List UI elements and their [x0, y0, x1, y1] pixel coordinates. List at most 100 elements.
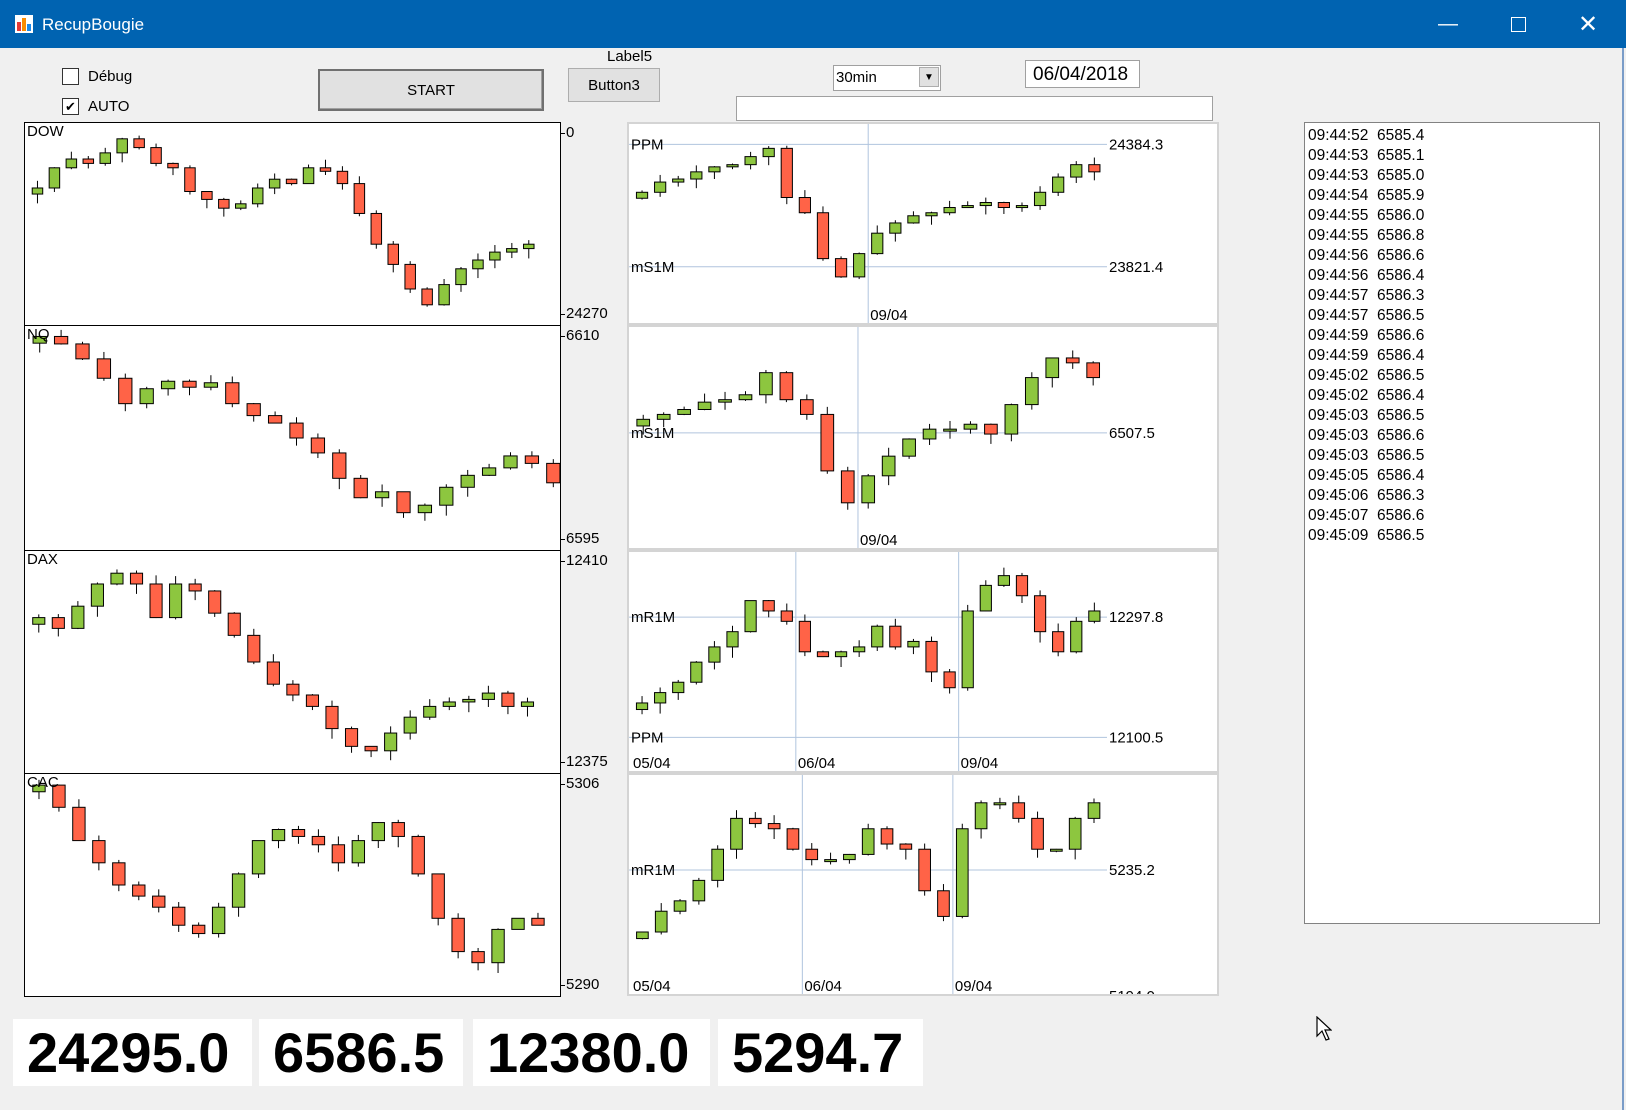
candle-body: [853, 253, 866, 278]
candle-body: [546, 462, 560, 484]
tick-list-item[interactable]: 09:44:53 6585.0: [1308, 166, 1599, 186]
minimize-button[interactable]: —: [1414, 0, 1482, 48]
candle-body: [907, 640, 920, 648]
last-price-cac: 5294.7: [718, 1019, 923, 1086]
candle-body: [169, 583, 183, 619]
text-input[interactable]: [736, 96, 1213, 121]
tick-listbox[interactable]: 09:44:52 6585.4 09:44:53 6585.1 09:44:53 6…: [1304, 122, 1600, 924]
candle-body: [762, 600, 775, 612]
candle-body: [267, 415, 283, 424]
level-name: mR1M: [631, 609, 675, 626]
candle-body: [1012, 802, 1026, 819]
candle-body: [132, 884, 146, 897]
candle-body: [654, 910, 668, 933]
candle-body: [730, 817, 743, 850]
candle-body: [1086, 362, 1101, 379]
tick-list-item[interactable]: 09:45:02 6586.5: [1308, 366, 1599, 386]
candle-body: [779, 372, 794, 401]
level-value: 5235.2: [1109, 862, 1155, 879]
tick-list-item[interactable]: 09:45:09 6586.5: [1308, 526, 1599, 546]
candle-body: [816, 651, 830, 658]
candle-body: [431, 873, 445, 919]
candle-body: [744, 156, 757, 166]
tick-list-item[interactable]: 09:44:59 6586.4: [1308, 346, 1599, 366]
mouse-cursor-icon: [1316, 1016, 1332, 1041]
tick-list-item[interactable]: 09:44:57 6586.5: [1308, 306, 1599, 326]
tick-list-item[interactable]: 09:45:06 6586.3: [1308, 486, 1599, 506]
candle-body: [411, 835, 425, 875]
candle-body: [697, 401, 712, 411]
tick-list-item[interactable]: 09:45:02 6586.4: [1308, 386, 1599, 406]
axis-tick: [561, 784, 565, 785]
axis-label: 0: [566, 124, 575, 141]
level-name: PPM: [631, 136, 664, 153]
candlestick-chart: [32, 329, 560, 521]
level-value: 12100.5: [1109, 729, 1163, 746]
candle-body: [364, 745, 378, 752]
date-field[interactable]: 06/04/2018: [1025, 60, 1140, 88]
tick-list-item[interactable]: 09:44:56 6586.6: [1308, 246, 1599, 266]
candle-body: [635, 702, 649, 711]
title-bar: RecupBougie — ✕: [0, 0, 1626, 48]
tick-list-item[interactable]: 09:45:07 6586.6: [1308, 506, 1599, 526]
axis-tick: [561, 314, 565, 315]
candle-body: [925, 212, 938, 217]
close-button[interactable]: ✕: [1554, 0, 1622, 48]
auto-checkbox[interactable]: ✔: [62, 98, 79, 115]
candlestick-chart: [31, 135, 535, 307]
tick-list-item[interactable]: 09:44:59 6586.6: [1308, 326, 1599, 346]
candle-body: [285, 178, 298, 185]
candle-body: [305, 694, 320, 707]
tick-list-item[interactable]: 09:45:03 6586.5: [1308, 446, 1599, 466]
debug-checkbox[interactable]: [62, 68, 79, 85]
level-name: PPM: [631, 729, 664, 746]
tick-list-item[interactable]: 09:44:55 6586.8: [1308, 226, 1599, 246]
candle-body: [191, 924, 206, 935]
candle-body: [506, 248, 518, 253]
tick-list-item[interactable]: 09:45:05 6586.4: [1308, 466, 1599, 486]
candle-body: [319, 167, 332, 172]
candles: [31, 135, 535, 307]
detail-chart-1: 09/04 PPM 24384.3 mS1M 23821.4: [627, 122, 1219, 325]
level-name: mS1M: [631, 259, 674, 276]
maximize-button[interactable]: [1484, 0, 1552, 48]
candle-body: [391, 822, 405, 837]
candle-body: [451, 917, 465, 953]
chevron-down-icon[interactable]: ▼: [919, 67, 939, 87]
button3[interactable]: Button3: [568, 68, 660, 102]
tick-list-item[interactable]: 09:44:57 6586.3: [1308, 286, 1599, 306]
tick-list-item[interactable]: 09:45:03 6586.6: [1308, 426, 1599, 446]
candle-body: [289, 422, 304, 439]
candle-body: [922, 428, 937, 440]
candle-body: [118, 377, 133, 405]
candle-body: [1031, 817, 1044, 850]
level-value: 6507.5: [1109, 425, 1155, 442]
window-border: [1622, 48, 1624, 1110]
tick-list-item[interactable]: 09:44:54 6585.9: [1308, 186, 1599, 206]
tick-list-item[interactable]: 09:44:56 6586.4: [1308, 266, 1599, 286]
candles: [636, 795, 1101, 940]
start-button[interactable]: START: [318, 69, 544, 111]
candlestick-chart: 05/04 06/04 09/04 mR1M 5235.2 5194.0: [629, 775, 1155, 994]
tick-list-item[interactable]: 09:44:55 6586.0: [1308, 206, 1599, 226]
candle-body: [961, 610, 974, 689]
candle-body: [251, 187, 264, 205]
interval-value: 30min: [836, 69, 877, 86]
candle-body: [524, 455, 540, 464]
candle-body: [711, 848, 725, 881]
candle-body: [268, 178, 281, 189]
date-label: 09/04: [961, 755, 999, 771]
tick-list-item[interactable]: 09:45:03 6586.5: [1308, 406, 1599, 426]
tick-list-item[interactable]: 09:44:52 6585.4: [1308, 126, 1599, 146]
interval-select[interactable]: 30min ▼: [833, 65, 941, 91]
tick-list-item[interactable]: 09:44:53 6585.1: [1308, 146, 1599, 166]
candlestick-chart: 05/04 06/04 09/04 mR1M 12297.8 PPM 12100.5: [629, 552, 1163, 771]
candle-body: [997, 202, 1011, 209]
candle-body: [149, 583, 163, 619]
candle-body: [708, 646, 721, 663]
chart-title: DAX: [27, 551, 58, 568]
candle-body: [834, 258, 848, 278]
axis-label: 5290: [566, 976, 600, 993]
candle-body: [979, 202, 992, 207]
candle-body: [780, 610, 793, 622]
